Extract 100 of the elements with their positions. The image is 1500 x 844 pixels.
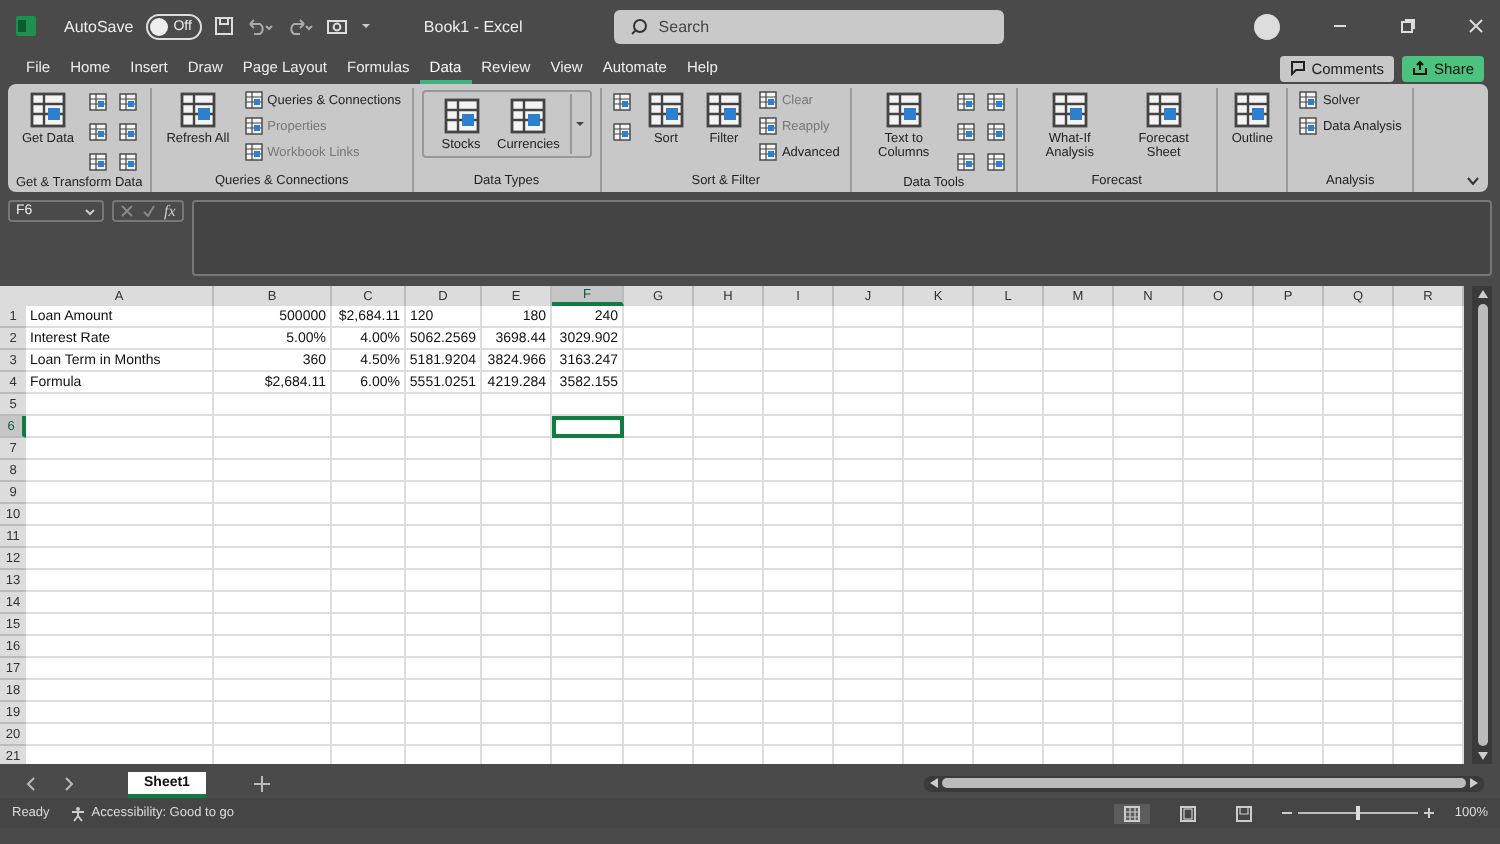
table-cell[interactable] <box>1254 460 1324 482</box>
table-cell[interactable] <box>332 460 406 482</box>
table-cell[interactable] <box>1114 460 1184 482</box>
table-cell[interactable] <box>482 702 552 724</box>
table-cell[interactable] <box>406 658 482 680</box>
table-cell[interactable] <box>764 460 834 482</box>
table-cell[interactable] <box>214 680 332 702</box>
table-cell[interactable] <box>624 416 694 438</box>
table-cell[interactable] <box>764 702 834 724</box>
table-cell[interactable] <box>1394 416 1464 438</box>
table-cell[interactable] <box>624 372 694 394</box>
table-cell[interactable] <box>694 570 764 592</box>
table-cell[interactable] <box>904 328 974 350</box>
table-cell[interactable] <box>1324 416 1394 438</box>
table-cell[interactable] <box>904 592 974 614</box>
next-sheet-icon[interactable] <box>64 775 76 791</box>
table-cell[interactable] <box>1184 680 1254 702</box>
table-cell[interactable] <box>1324 482 1394 504</box>
table-cell[interactable] <box>1324 548 1394 570</box>
table-cell[interactable] <box>1184 724 1254 746</box>
table-cell[interactable] <box>694 394 764 416</box>
table-cell[interactable] <box>406 504 482 526</box>
table-cell[interactable] <box>1114 526 1184 548</box>
table-cell[interactable] <box>1114 592 1184 614</box>
table-cell[interactable] <box>332 702 406 724</box>
table-cell[interactable] <box>1324 350 1394 372</box>
table-cell[interactable] <box>904 570 974 592</box>
table-cell[interactable] <box>406 702 482 724</box>
table-cell[interactable] <box>1184 702 1254 724</box>
table-cell[interactable] <box>834 570 904 592</box>
table-cell[interactable] <box>406 548 482 570</box>
table-cell[interactable] <box>1394 504 1464 526</box>
table-icon[interactable] <box>985 122 1006 142</box>
table-cell[interactable] <box>1394 614 1464 636</box>
table-cell[interactable] <box>694 658 764 680</box>
table-cell[interactable] <box>26 416 214 438</box>
table-cell[interactable] <box>1324 680 1394 702</box>
table-icon[interactable] <box>611 92 632 112</box>
table-cell[interactable] <box>1044 702 1114 724</box>
table-icon[interactable] <box>243 90 264 110</box>
table-cell[interactable] <box>904 394 974 416</box>
zoom-in-icon[interactable] <box>1424 808 1435 818</box>
table-cell[interactable] <box>1254 482 1324 504</box>
table-cell[interactable] <box>1044 570 1114 592</box>
table-cell[interactable] <box>694 482 764 504</box>
table-cell[interactable] <box>904 724 974 746</box>
table-cell[interactable] <box>1044 306 1114 328</box>
table-cell[interactable] <box>1394 548 1464 570</box>
table-icon[interactable] <box>88 152 109 172</box>
table-cell[interactable] <box>214 702 332 724</box>
table-cell[interactable] <box>834 328 904 350</box>
table-cell[interactable] <box>1114 504 1184 526</box>
table-cell[interactable] <box>1044 724 1114 746</box>
table-cell[interactable] <box>26 680 214 702</box>
table-cell[interactable] <box>1324 372 1394 394</box>
previous-sheet-icon[interactable] <box>24 775 36 791</box>
table-cell[interactable] <box>1254 350 1324 372</box>
table-cell[interactable] <box>26 482 214 504</box>
table-cell[interactable] <box>694 416 764 438</box>
scroll-down-icon[interactable] <box>1477 752 1487 760</box>
table-cell[interactable] <box>552 504 624 526</box>
table-cell[interactable] <box>834 658 904 680</box>
table-cell[interactable] <box>406 526 482 548</box>
table-icon[interactable] <box>118 152 139 172</box>
table-cell[interactable] <box>482 460 552 482</box>
table-cell[interactable] <box>694 592 764 614</box>
table-cell[interactable] <box>1324 702 1394 724</box>
table-cell[interactable] <box>332 592 406 614</box>
table-cell[interactable] <box>1044 460 1114 482</box>
add-sheet-icon[interactable] <box>253 775 270 791</box>
table-cell[interactable] <box>1254 636 1324 658</box>
table-icon[interactable] <box>1232 90 1273 130</box>
table-cell[interactable] <box>764 504 834 526</box>
table-cell[interactable] <box>834 350 904 372</box>
table-cell[interactable] <box>904 482 974 504</box>
table-cell[interactable] <box>332 614 406 636</box>
table-cell[interactable] <box>482 592 552 614</box>
table-cell[interactable] <box>1254 438 1324 460</box>
table-cell[interactable] <box>974 328 1044 350</box>
table-cell[interactable] <box>26 658 214 680</box>
table-cell[interactable] <box>1254 306 1324 328</box>
table-cell[interactable] <box>904 702 974 724</box>
table-cell[interactable] <box>332 636 406 658</box>
table-cell[interactable] <box>1044 372 1114 394</box>
table-cell[interactable] <box>1254 394 1324 416</box>
table-cell[interactable] <box>1114 438 1184 460</box>
table-cell[interactable] <box>214 394 332 416</box>
table-cell[interactable] <box>764 614 834 636</box>
table-cell[interactable] <box>1254 548 1324 570</box>
camera-icon[interactable] <box>325 16 348 36</box>
table-cell[interactable] <box>1394 636 1464 658</box>
table-cell[interactable] <box>1184 548 1254 570</box>
table-cell[interactable] <box>624 548 694 570</box>
table-cell[interactable] <box>694 724 764 746</box>
table-cell[interactable] <box>552 680 624 702</box>
table-cell[interactable] <box>904 548 974 570</box>
table-cell[interactable] <box>1044 658 1114 680</box>
table-cell[interactable] <box>1254 570 1324 592</box>
table-cell[interactable] <box>1254 702 1324 724</box>
table-cell[interactable] <box>904 680 974 702</box>
